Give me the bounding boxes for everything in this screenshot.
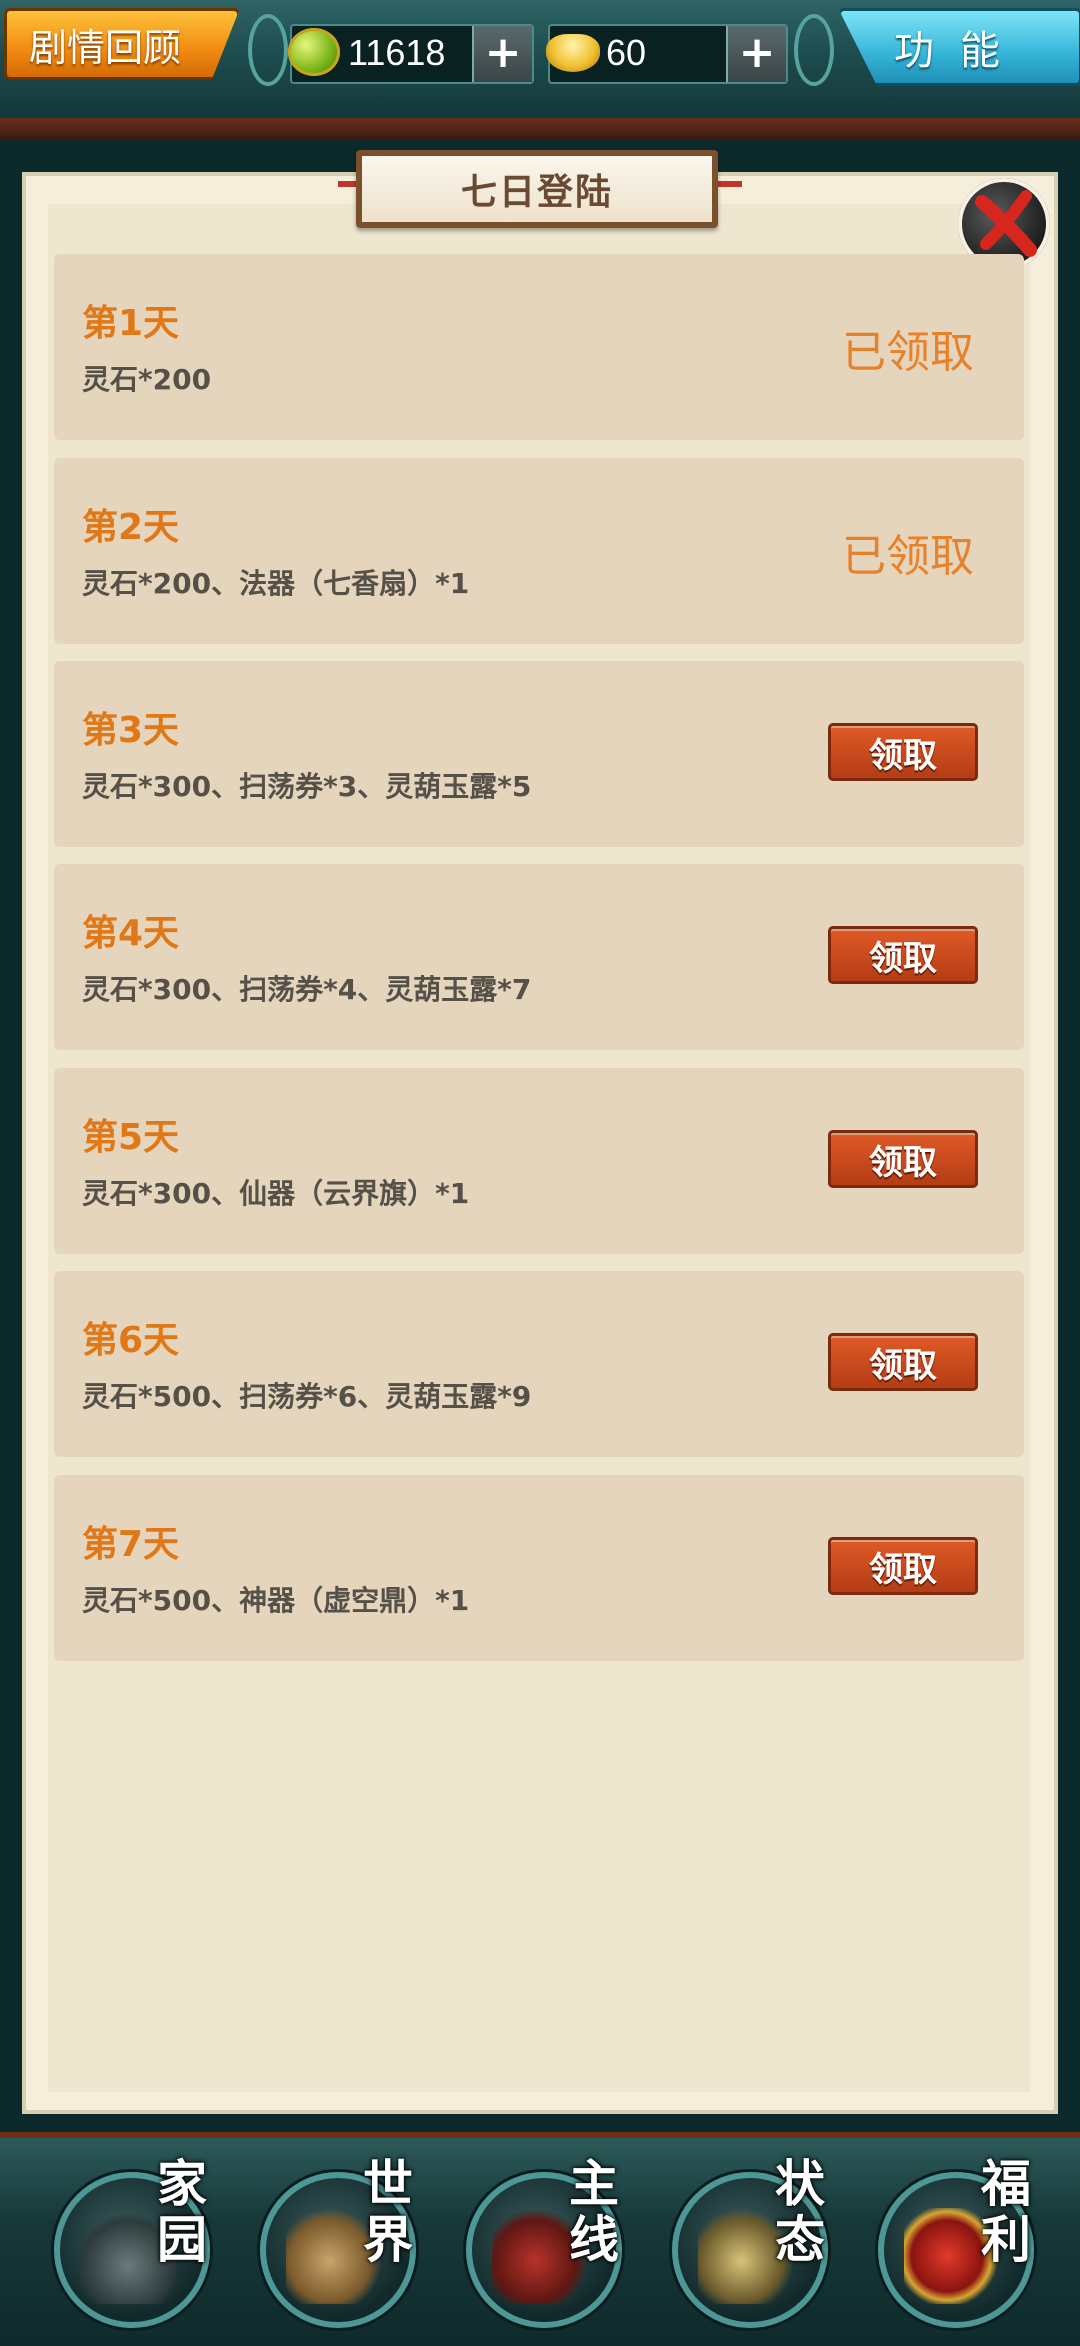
reward-text: 灵石*500、扫荡券*6、灵葫玉露*9 — [82, 1380, 532, 1413]
nav-world[interactable]: 世界 — [246, 2152, 442, 2334]
nav-world-label: 世界 — [363, 2154, 413, 2269]
login-day-row: 第2天 灵石*200、法器（七香扇）*1 已领取 — [54, 458, 1024, 644]
nav-main-quest[interactable]: 主线 — [452, 2152, 648, 2334]
nav-welfare[interactable]: 福利 — [864, 2152, 1060, 2334]
spirit-stone-icon — [288, 28, 340, 76]
reward-text: 灵石*500、神器（虚空鼎）*1 — [82, 1584, 470, 1617]
add-gold-button[interactable]: + — [726, 26, 786, 82]
day-label: 第2天 — [82, 507, 180, 548]
function-button[interactable]: 功能 — [838, 8, 1080, 86]
claim-button-label: 领取 — [869, 735, 937, 776]
gold-value: 60 — [606, 32, 647, 73]
day-label: 第4天 — [82, 913, 180, 954]
claim-button-label: 领取 — [869, 1549, 937, 1590]
nav-main-quest-label: 主线 — [569, 2154, 619, 2269]
story-review-button[interactable]: 剧情回顾 — [4, 8, 240, 80]
story-review-label: 剧情回顾 — [29, 25, 182, 70]
day-label: 第5天 — [82, 1117, 180, 1158]
claim-button-label: 领取 — [869, 938, 937, 979]
reward-text: 灵石*200、法器（七香扇）*1 — [82, 567, 470, 600]
panel-title: 七日登陆 — [356, 150, 718, 228]
day-label: 第3天 — [82, 710, 180, 751]
add-spirit-stone-button[interactable]: + — [472, 26, 532, 82]
close-icon — [975, 190, 1037, 257]
reward-text: 灵石*300、扫荡券*4、灵葫玉露*7 — [82, 973, 532, 1006]
nav-status-label: 状态 — [775, 2154, 825, 2269]
claim-button[interactable]: 领取 — [828, 1333, 978, 1391]
day-label: 第6天 — [82, 1320, 180, 1361]
nav-home[interactable]: 家园 — [40, 2152, 236, 2334]
day-label: 第7天 — [82, 1524, 180, 1565]
claim-button[interactable]: 领取 — [828, 1130, 978, 1188]
function-label: 功能 — [894, 28, 1026, 74]
claim-button[interactable]: 领取 — [828, 926, 978, 984]
reward-text: 灵石*300、扫荡券*3、灵葫玉露*5 — [82, 770, 532, 803]
top-bar-divider — [0, 118, 1080, 140]
login-day-row: 第7天 灵石*500、神器（虚空鼎）*1 领取 — [54, 1475, 1024, 1661]
reward-text: 灵石*200 — [82, 363, 212, 396]
claim-button[interactable]: 领取 — [828, 1537, 978, 1595]
claim-button[interactable]: 领取 — [828, 723, 978, 781]
nav-welfare-label: 福利 — [981, 2154, 1031, 2269]
left-ornament — [248, 14, 288, 86]
gold-ingot-icon — [546, 34, 600, 72]
login-day-row: 第5天 灵石*300、仙器（云界旗）*1 领取 — [54, 1068, 1024, 1254]
login-day-row: 第6天 灵石*500、扫荡券*6、灵葫玉露*9 领取 — [54, 1271, 1024, 1457]
claim-button-label: 领取 — [869, 1345, 937, 1386]
panel-title-text: 七日登陆 — [460, 172, 613, 213]
claimed-status: 已领取 — [842, 531, 974, 582]
claimed-status: 已领取 — [842, 327, 974, 378]
claim-button-label: 领取 — [869, 1142, 937, 1183]
nav-home-label: 家园 — [157, 2154, 207, 2269]
right-ornament — [794, 14, 834, 86]
reward-text: 灵石*300、仙器（云界旗）*1 — [82, 1177, 470, 1210]
spirit-stone-counter: 11618 + — [288, 24, 534, 84]
login-day-row: 第3天 灵石*300、扫荡券*3、灵葫玉露*5 领取 — [54, 661, 1024, 847]
login-day-row: 第1天 灵石*200 已领取 — [54, 254, 1024, 440]
login-day-row: 第4天 灵石*300、扫荡券*4、灵葫玉露*7 领取 — [54, 864, 1024, 1050]
gold-counter: 60 + — [546, 24, 788, 84]
nav-status[interactable]: 状态 — [658, 2152, 854, 2334]
day-label: 第1天 — [82, 303, 180, 344]
spirit-stone-value: 11618 — [348, 32, 446, 73]
